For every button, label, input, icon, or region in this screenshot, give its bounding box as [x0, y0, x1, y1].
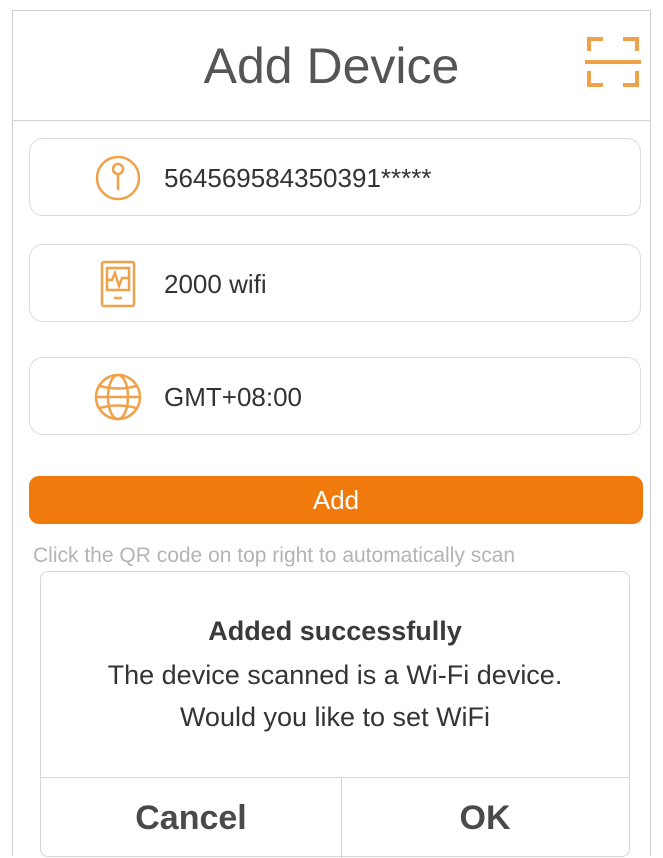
- page-title: Add Device: [203, 38, 460, 94]
- serial-number-field[interactable]: 564569584350391*****: [29, 138, 641, 216]
- dialog-message-line2: Would you like to set WiFi: [179, 702, 491, 732]
- device-model-field[interactable]: 2000 wifi: [29, 244, 641, 322]
- timezone-field[interactable]: GMT+08:00: [29, 357, 641, 435]
- dialog-title: Added successfully: [208, 616, 462, 646]
- header-bar: Add Device: [13, 11, 650, 121]
- qr-scan-icon: [585, 37, 641, 87]
- globe-icon: [94, 373, 142, 421]
- dialog-actions: Cancel OK: [41, 777, 629, 858]
- qr-scan-button[interactable]: [583, 31, 643, 91]
- dialog-message-line1: The device scanned is a Wi-Fi device.: [107, 660, 563, 690]
- ok-button[interactable]: OK: [341, 778, 629, 858]
- timezone-value: GMT+08:00: [164, 382, 303, 412]
- device-model-value: 2000 wifi: [164, 269, 267, 299]
- key-icon: [95, 155, 141, 201]
- cancel-button[interactable]: Cancel: [41, 778, 342, 858]
- serial-number-value: 564569584350391*****: [164, 163, 432, 193]
- added-successfully-dialog: Added successfully The device scanned is…: [40, 571, 630, 858]
- add-button[interactable]: Add: [29, 476, 643, 524]
- add-device-screen: Add Device 564569584350391***** 2000 wif…: [12, 10, 651, 858]
- scan-hint-text: Click the QR code on top right to automa…: [33, 544, 516, 567]
- device-icon: [100, 260, 136, 308]
